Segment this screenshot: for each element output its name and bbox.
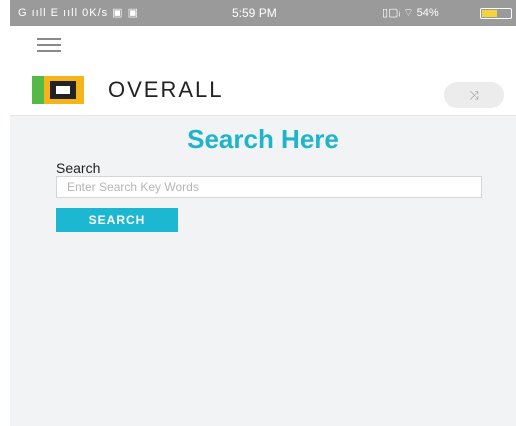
status-bar: G ııll E ııll 0K/s ▣ ▣ 5:59 PM ▯▢ᵢ ⌔ 54% [10, 0, 516, 26]
shuffle-icon[interactable]: ⤨ [444, 82, 504, 108]
battery-wifi-indicators: ▯▢ᵢ ⌔ 54% [382, 7, 439, 19]
brand-name: OVERALL [108, 77, 224, 102]
menu-line [37, 38, 61, 40]
battery-level-fill [482, 10, 498, 17]
page-title: Search Here [187, 124, 339, 154]
search-input[interactable] [56, 176, 482, 198]
top-bar [10, 26, 516, 64]
logo-white-block [56, 86, 70, 94]
status-time: 5:59 PM [232, 6, 277, 20]
battery-icon [480, 8, 512, 19]
brand-bar: OVERALL ⤨ [10, 64, 516, 116]
overall-logo [32, 76, 84, 104]
menu-line [37, 44, 61, 46]
search-label: Search [56, 160, 101, 176]
signal-indicators: G ııll E ııll 0K/s ▣ ▣ [18, 7, 140, 19]
hamburger-menu-icon[interactable] [37, 38, 61, 52]
menu-line [37, 50, 61, 52]
search-button[interactable]: SEARCH [56, 208, 178, 232]
app-frame: G ııll E ııll 0K/s ▣ ▣ 5:59 PM ▯▢ᵢ ⌔ 54%… [10, 0, 516, 426]
